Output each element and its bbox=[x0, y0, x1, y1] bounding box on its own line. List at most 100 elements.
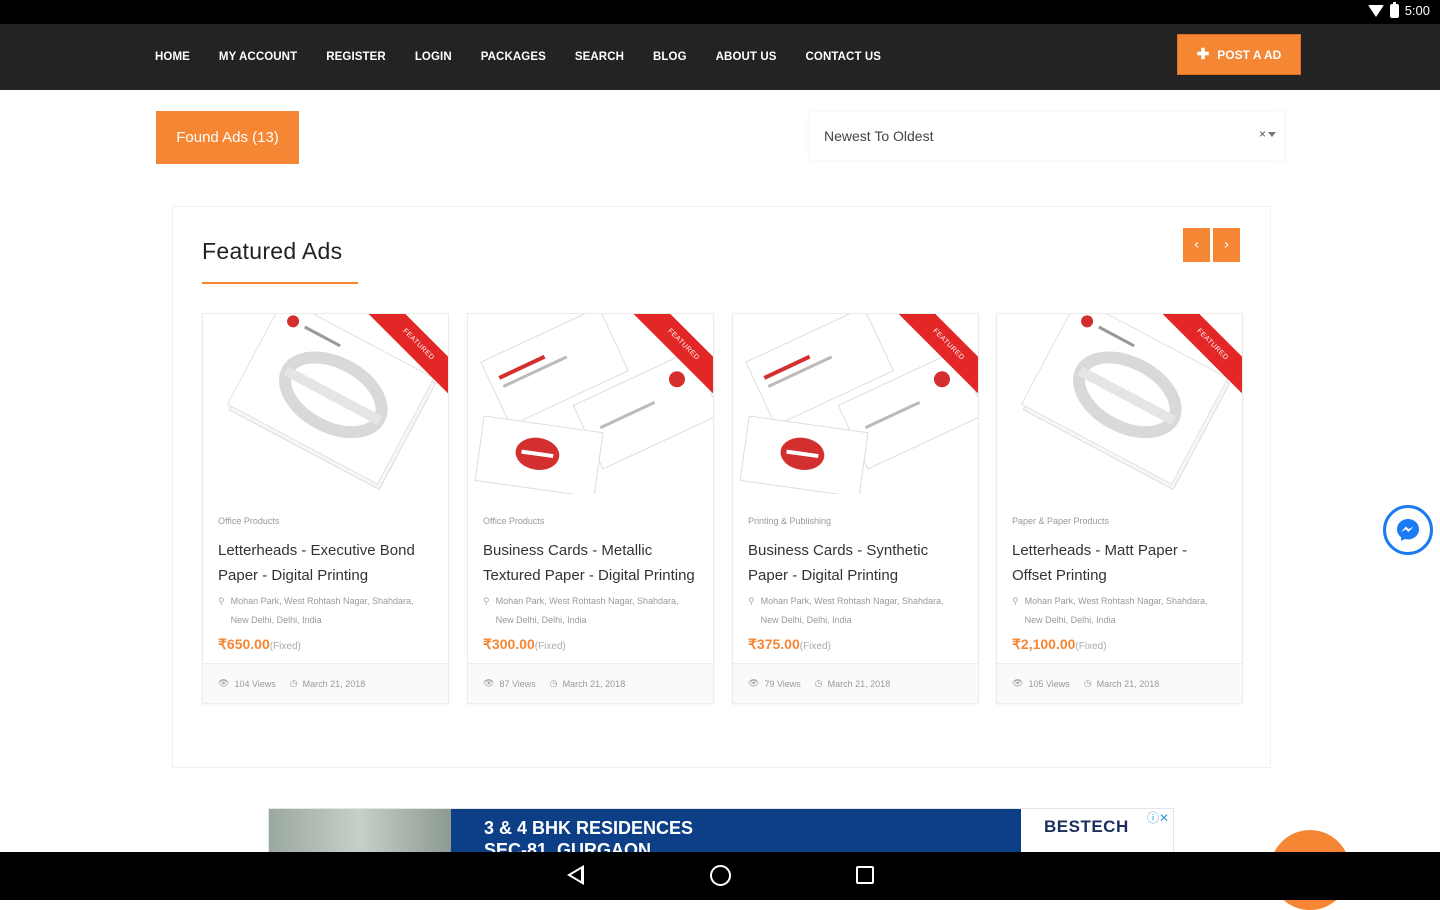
ad-card[interactable]: FEATURED Office Products Letterheads - E… bbox=[202, 313, 449, 704]
ad-title[interactable]: Letterheads - Executive Bond Paper - Dig… bbox=[218, 538, 433, 588]
carousel-prev-button[interactable]: ‹ bbox=[1183, 228, 1210, 262]
nav-login[interactable]: LOGIN bbox=[415, 51, 452, 63]
eye-icon: 👁 bbox=[1012, 678, 1024, 688]
ad-title[interactable]: Letterheads - Matt Paper - Offset Printi… bbox=[1012, 538, 1227, 588]
ad-card[interactable]: FEATURED Printing & Publishing Business … bbox=[732, 313, 979, 704]
ad-price: ₹300.00(Fixed) bbox=[483, 636, 698, 653]
ad-location: ⚲ Mohan Park, West Rohtash Nagar, Shahda… bbox=[483, 592, 698, 630]
status-icons: 5:00 bbox=[1367, 1, 1430, 18]
nav-search[interactable]: SEARCH bbox=[575, 51, 624, 63]
nav-blog[interactable]: BLOG bbox=[653, 51, 687, 63]
ad-location: ⚲ Mohan Park, West Rohtash Nagar, Shahda… bbox=[218, 592, 433, 630]
price-value: ₹300.00 bbox=[483, 636, 535, 652]
ad-title[interactable]: Business Cards - Synthetic Paper - Digit… bbox=[748, 538, 963, 588]
featured-ads-section: Featured Ads ‹ › FEATURED Office Product… bbox=[172, 206, 1271, 768]
price-value: ₹375.00 bbox=[748, 636, 800, 652]
ad-location: ⚲ Mohan Park, West Rohtash Nagar, Shahda… bbox=[748, 592, 963, 630]
ad-image[interactable]: FEATURED bbox=[997, 314, 1242, 494]
price-type: (Fixed) bbox=[799, 641, 831, 652]
price-type: (Fixed) bbox=[1075, 641, 1107, 652]
ad-meta: 👁 104 Views ◷ March 21, 2018 bbox=[203, 663, 448, 703]
ad-category[interactable]: Paper & Paper Products bbox=[1012, 516, 1227, 526]
ad-line-2: SEC-81, GURGAON bbox=[484, 840, 652, 853]
views-count: 105 Views bbox=[1028, 678, 1070, 689]
home-icon[interactable] bbox=[710, 865, 731, 886]
ad-meta: 👁 87 Views ◷ March 21, 2018 bbox=[468, 663, 713, 703]
location-text: Mohan Park, West Rohtash Nagar, Shahdara… bbox=[760, 596, 944, 625]
ad-date: March 21, 2018 bbox=[562, 678, 626, 689]
nav-links: HOME MY ACCOUNT REGISTER LOGIN PACKAGES … bbox=[155, 24, 910, 90]
status-bar: 5:00 bbox=[0, 0, 1440, 24]
chevron-left-icon: ‹ bbox=[1193, 237, 1200, 253]
ad-price: ₹650.00(Fixed) bbox=[218, 636, 433, 653]
location-text: Mohan Park, West Rohtash Nagar, Shahdara… bbox=[230, 596, 414, 625]
plus-icon: ✚ bbox=[1196, 46, 1210, 63]
ad-line-1: 3 & 4 BHK RESIDENCES bbox=[484, 818, 694, 838]
clock-icon: ◷ bbox=[814, 678, 823, 688]
system-nav-bar bbox=[0, 852, 1440, 900]
eye-icon: 👁 bbox=[748, 678, 760, 688]
views-count: 104 Views bbox=[234, 678, 276, 689]
clock-icon: ◷ bbox=[1083, 678, 1092, 688]
nav-register[interactable]: REGISTER bbox=[326, 51, 386, 63]
eye-icon: 👁 bbox=[483, 678, 495, 688]
ad-card[interactable]: FEATURED Paper & Paper Products Letterhe… bbox=[996, 313, 1243, 704]
ad-category[interactable]: Office Products bbox=[218, 516, 433, 526]
ad-banner[interactable]: 3 & 4 BHK RESIDENCES SEC-81, GURGAON BES… bbox=[268, 808, 1174, 853]
ad-text: 3 & 4 BHK RESIDENCES SEC-81, GURGAON bbox=[451, 809, 1021, 853]
ad-image[interactable]: FEATURED bbox=[203, 314, 448, 494]
ad-title[interactable]: Business Cards - Metallic Textured Paper… bbox=[483, 538, 698, 588]
views-count: 79 Views bbox=[764, 678, 801, 689]
sort-value: Newest To Oldest bbox=[824, 128, 934, 144]
ad-meta: 👁 105 Views ◷ March 21, 2018 bbox=[997, 663, 1242, 703]
views-count: 87 Views bbox=[499, 678, 536, 689]
ad-category[interactable]: Office Products bbox=[483, 516, 698, 526]
ad-image[interactable]: FEATURED bbox=[468, 314, 713, 494]
price-value: ₹650.00 bbox=[218, 636, 270, 652]
status-time: 5:00 bbox=[1404, 3, 1430, 18]
nav-packages[interactable]: PACKAGES bbox=[481, 51, 546, 63]
ad-date: March 21, 2018 bbox=[1096, 678, 1160, 689]
featured-title: Featured Ads bbox=[202, 238, 343, 264]
ad-meta: 👁 79 Views ◷ March 21, 2018 bbox=[733, 663, 978, 703]
found-ads-button[interactable]: Found Ads (13) bbox=[156, 111, 299, 164]
nav-about-us[interactable]: ABOUT US bbox=[716, 51, 777, 63]
ad-price: ₹375.00(Fixed) bbox=[748, 636, 963, 653]
ad-date: March 21, 2018 bbox=[827, 678, 891, 689]
map-pin-icon: ⚲ bbox=[748, 596, 755, 606]
sort-select[interactable]: Newest To Oldest × bbox=[810, 112, 1284, 160]
ad-category[interactable]: Printing & Publishing bbox=[748, 516, 963, 526]
map-pin-icon: ⚲ bbox=[483, 596, 490, 606]
map-pin-icon: ⚲ bbox=[218, 596, 225, 606]
ad-building-image bbox=[269, 809, 451, 852]
messenger-chat-button[interactable] bbox=[1383, 505, 1433, 555]
ad-brand-logo: BESTECH bbox=[1044, 817, 1129, 836]
carousel-next-button[interactable]: › bbox=[1213, 228, 1240, 262]
back-icon[interactable] bbox=[567, 865, 584, 885]
price-value: ₹2,100.00 bbox=[1012, 636, 1076, 652]
price-type: (Fixed) bbox=[534, 641, 566, 652]
ad-date: March 21, 2018 bbox=[302, 678, 366, 689]
ad-price: ₹2,100.00(Fixed) bbox=[1012, 636, 1227, 653]
location-text: Mohan Park, West Rohtash Nagar, Shahdara… bbox=[1024, 596, 1208, 625]
location-text: Mohan Park, West Rohtash Nagar, Shahdara… bbox=[495, 596, 679, 625]
messenger-icon bbox=[1397, 519, 1419, 541]
ad-card[interactable]: FEATURED Office Products Business Cards … bbox=[467, 313, 714, 704]
ad-image[interactable]: FEATURED bbox=[733, 314, 978, 494]
ad-close-icon[interactable]: ⓘ✕ bbox=[1147, 809, 1169, 826]
clock-icon: ◷ bbox=[549, 678, 558, 688]
sort-clear-icon[interactable]: × bbox=[1259, 127, 1266, 141]
wifi-icon bbox=[1367, 4, 1384, 17]
post-ad-button[interactable]: ✚ POST A AD bbox=[1177, 34, 1301, 75]
chevron-down-icon bbox=[1268, 132, 1276, 137]
nav-my-account[interactable]: MY ACCOUNT bbox=[219, 51, 297, 63]
post-ad-label: POST A AD bbox=[1217, 47, 1282, 62]
clock-icon: ◷ bbox=[289, 678, 298, 688]
ad-location: ⚲ Mohan Park, West Rohtash Nagar, Shahda… bbox=[1012, 592, 1227, 630]
chevron-right-icon: › bbox=[1223, 237, 1230, 253]
price-type: (Fixed) bbox=[269, 641, 301, 652]
nav-contact-us[interactable]: CONTACT US bbox=[806, 51, 882, 63]
recent-apps-icon[interactable] bbox=[856, 866, 874, 884]
nav-home[interactable]: HOME bbox=[155, 51, 190, 63]
map-pin-icon: ⚲ bbox=[1012, 596, 1019, 606]
